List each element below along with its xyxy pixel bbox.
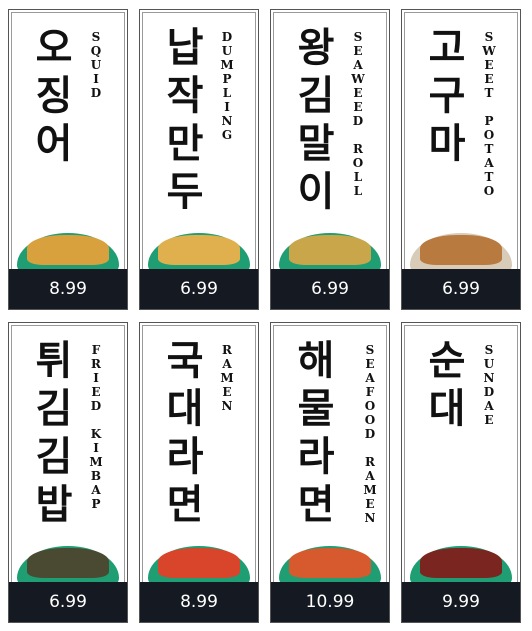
korean-char: 작 xyxy=(166,73,204,119)
korean-char: 라 xyxy=(166,434,204,480)
korean-char: 김 xyxy=(35,434,73,480)
korean-name: 고 구 마 xyxy=(416,24,478,168)
korean-name: 순 대 xyxy=(416,337,478,433)
menu-card-sundae[interactable]: 순 대 SUNDAE 9.99 xyxy=(401,322,521,623)
price-label: 10.99 xyxy=(271,582,389,622)
price-label: 9.99 xyxy=(402,582,520,622)
korean-name: 납 작 만 두 xyxy=(154,24,216,216)
korean-char: 대 xyxy=(428,386,466,432)
korean-name: 왕 김 말 이 xyxy=(285,24,347,216)
korean-char: 징 xyxy=(35,73,73,119)
english-name: SEAWEED ROLL xyxy=(351,30,365,198)
menu-card-ramen[interactable]: 국 대 라 면 RAMEN 8.99 xyxy=(139,322,259,623)
korean-char: 만 xyxy=(166,121,204,167)
food-pile xyxy=(27,548,109,578)
menu-card-sweet-potato[interactable]: 고 구 마 SWEET POTATO 6.99 xyxy=(401,9,521,310)
english-name: RAMEN xyxy=(220,343,234,413)
food-pile xyxy=(420,235,502,265)
price-label: 6.99 xyxy=(271,269,389,309)
seafood-ramen-image xyxy=(279,542,381,586)
korean-char: 구 xyxy=(428,73,466,119)
korean-char: 오 xyxy=(35,25,73,71)
menu-card-dumpling[interactable]: 납 작 만 두 DUMPLING 6.99 xyxy=(139,9,259,310)
price-label: 8.99 xyxy=(9,269,127,309)
english-name: SQUID xyxy=(89,30,103,100)
korean-name: 국 대 라 면 xyxy=(154,337,216,529)
ramen-image xyxy=(148,542,250,586)
korean-char: 납 xyxy=(166,25,204,71)
korean-char: 국 xyxy=(166,338,204,384)
english-name: DUMPLING xyxy=(220,30,234,142)
korean-char: 이 xyxy=(297,169,335,215)
korean-char: 해 xyxy=(297,338,335,384)
price-label: 6.99 xyxy=(402,269,520,309)
menu-card-seaweed-roll[interactable]: 왕 김 말 이 SEAWEED ROLL 6.99 xyxy=(270,9,390,310)
korean-char: 밥 xyxy=(35,482,73,528)
english-name: SEAFOOD RAMEN xyxy=(363,343,377,525)
korean-char: 면 xyxy=(297,482,335,528)
food-pile xyxy=(158,235,240,265)
korean-char: 물 xyxy=(297,386,335,432)
korean-char: 말 xyxy=(297,121,335,167)
korean-name: 튀 김 김 밥 xyxy=(23,337,85,529)
price-label: 6.99 xyxy=(140,269,258,309)
korean-char: 튀 xyxy=(35,338,73,384)
korean-char: 마 xyxy=(428,121,466,167)
price-label: 6.99 xyxy=(9,582,127,622)
price-label: 8.99 xyxy=(140,582,258,622)
food-pile xyxy=(420,548,502,578)
korean-char: 김 xyxy=(297,73,335,119)
english-name: FRIED KIMBAP xyxy=(89,343,103,511)
korean-char: 김 xyxy=(35,386,73,432)
korean-char: 어 xyxy=(35,121,73,167)
korean-char: 두 xyxy=(166,169,204,215)
korean-name: 오 징 어 xyxy=(23,24,85,168)
sundae-image xyxy=(410,542,512,586)
korean-char: 면 xyxy=(166,482,204,528)
flat-dumpling-image xyxy=(148,229,250,273)
menu-grid: 오 징 어 SQUID 8.99 납 작 만 두 DUMPLING 6.99 왕… xyxy=(8,9,521,623)
korean-char: 대 xyxy=(166,386,204,432)
seaweed-roll-image xyxy=(279,229,381,273)
food-pile xyxy=(289,235,371,265)
korean-char: 고 xyxy=(428,25,466,71)
food-pile xyxy=(27,235,109,265)
english-name: SUNDAE xyxy=(482,343,496,427)
menu-card-squid[interactable]: 오 징 어 SQUID 8.99 xyxy=(8,9,128,310)
food-pile xyxy=(158,548,240,578)
fried-squid-image xyxy=(17,229,119,273)
menu-card-seafood-ramen[interactable]: 해 물 라 면 SEAFOOD RAMEN 10.99 xyxy=(270,322,390,623)
sweet-potato-image xyxy=(410,229,512,273)
food-pile xyxy=(289,548,371,578)
korean-name: 해 물 라 면 xyxy=(285,337,347,529)
korean-char: 왕 xyxy=(297,25,335,71)
fried-kimbap-image xyxy=(17,542,119,586)
english-name: SWEET POTATO xyxy=(482,30,496,198)
menu-card-fried-kimbap[interactable]: 튀 김 김 밥 FRIED KIMBAP 6.99 xyxy=(8,322,128,623)
korean-char: 순 xyxy=(428,338,466,384)
korean-char: 라 xyxy=(297,434,335,480)
